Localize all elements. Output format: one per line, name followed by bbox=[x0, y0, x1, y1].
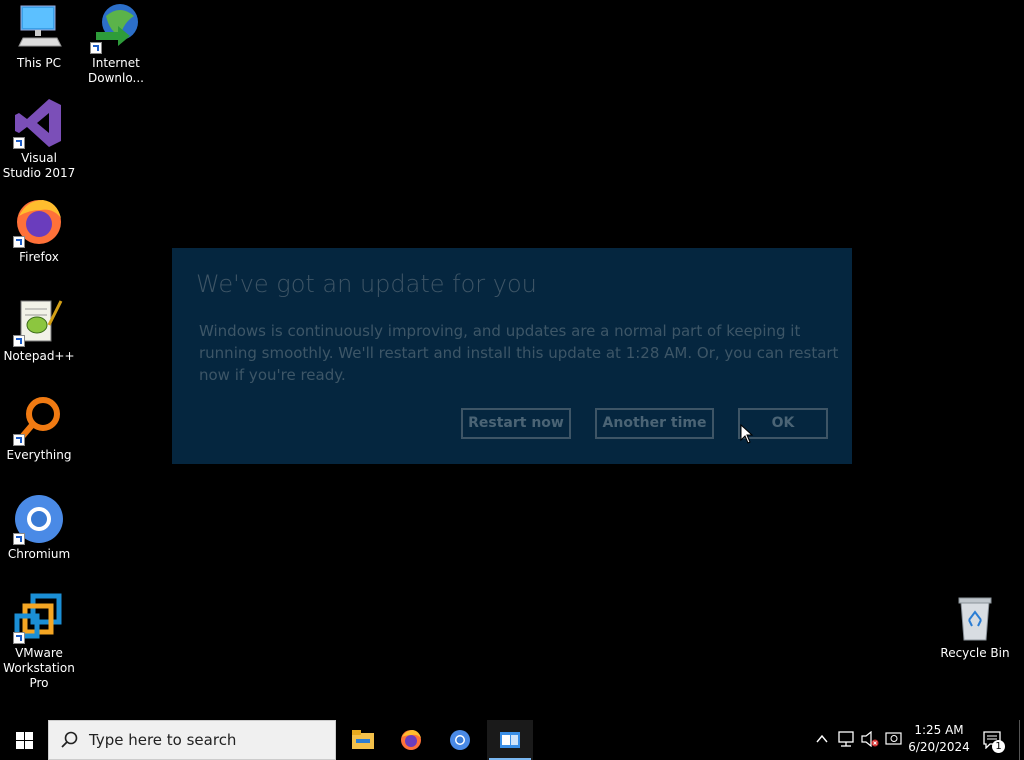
taskbar-search-box[interactable]: Type here to search bbox=[48, 720, 336, 760]
visual-studio-icon bbox=[13, 97, 65, 149]
everything-search-icon bbox=[13, 394, 65, 446]
clock-time: 1:25 AM bbox=[914, 723, 964, 737]
desktop-icon-this-pc[interactable]: This PC bbox=[1, 2, 77, 71]
desktop-icon-vmware[interactable]: VMware Workstation Pro bbox=[1, 592, 77, 691]
start-button[interactable] bbox=[0, 720, 48, 760]
desktop-icon-label: Visual Studio 2017 bbox=[2, 151, 76, 180]
taskbar-firefox[interactable] bbox=[388, 720, 434, 760]
clock-date: 6/20/2024 bbox=[908, 740, 970, 754]
firefox-icon bbox=[13, 196, 65, 248]
desktop-icon-notepad-plus-plus[interactable]: Notepad++ bbox=[1, 295, 77, 364]
idm-icon bbox=[90, 2, 142, 54]
shortcut-arrow-icon bbox=[13, 137, 25, 149]
this-pc-icon bbox=[13, 2, 65, 54]
taskbar-update-app-active[interactable] bbox=[487, 720, 533, 760]
display-icon[interactable] bbox=[885, 731, 903, 747]
desktop-icon-label: VMware Workstation Pro bbox=[3, 646, 75, 690]
shortcut-arrow-icon bbox=[13, 236, 25, 248]
desktop-icon-recycle-bin[interactable]: Recycle Bin bbox=[937, 592, 1013, 661]
desktop-icon-label: Recycle Bin bbox=[940, 646, 1010, 660]
action-center-button[interactable]: 1 bbox=[978, 720, 1008, 760]
dialog-message: Windows is continuously improving, and u… bbox=[199, 322, 839, 384]
desktop-icon-visual-studio[interactable]: Visual Studio 2017 bbox=[1, 97, 77, 181]
window-app-icon bbox=[500, 732, 520, 748]
notification-count-badge: 1 bbox=[992, 740, 1005, 753]
shortcut-arrow-icon bbox=[13, 533, 25, 545]
shortcut-arrow-icon bbox=[90, 42, 102, 54]
vmware-icon bbox=[13, 592, 65, 644]
another-time-button[interactable]: Another time bbox=[595, 408, 714, 439]
taskbar-file-explorer[interactable] bbox=[340, 720, 386, 760]
network-icon[interactable] bbox=[838, 731, 856, 747]
desktop-icon-label: Everything bbox=[6, 448, 72, 462]
taskbar-clock[interactable]: 1:25 AM 6/20/2024 bbox=[906, 722, 972, 756]
windows-logo-icon bbox=[16, 732, 33, 749]
shortcut-arrow-icon bbox=[13, 434, 25, 446]
taskbar-chromium[interactable] bbox=[437, 720, 483, 760]
desktop-icon-chromium[interactable]: Chromium bbox=[1, 493, 77, 562]
desktop-icon-everything[interactable]: Everything bbox=[1, 394, 77, 463]
dialog-title: We've got an update for you bbox=[196, 270, 537, 298]
desktop-icon-label: Internet Downlo... bbox=[88, 56, 144, 85]
desktop-icon-label: Chromium bbox=[7, 547, 71, 561]
file-explorer-icon bbox=[352, 730, 374, 749]
volume-muted-icon[interactable] bbox=[861, 731, 879, 747]
show-desktop-button[interactable] bbox=[1019, 720, 1024, 760]
mouse-cursor-icon bbox=[740, 424, 754, 444]
chromium-icon bbox=[450, 730, 470, 750]
recycle-bin-icon bbox=[949, 592, 1001, 644]
desktop-icon-internet-download-manager[interactable]: Internet Downlo... bbox=[78, 2, 154, 86]
chevron-up-icon[interactable] bbox=[816, 734, 828, 744]
search-placeholder: Type here to search bbox=[89, 731, 237, 749]
desktop-icon-label: This PC bbox=[17, 56, 61, 70]
chromium-icon bbox=[13, 493, 65, 545]
restart-now-button[interactable]: Restart now bbox=[461, 408, 571, 439]
shortcut-arrow-icon bbox=[13, 632, 25, 644]
shortcut-arrow-icon bbox=[13, 335, 25, 347]
desktop-icon-label: Notepad++ bbox=[3, 349, 75, 363]
desktop-icon-firefox[interactable]: Firefox bbox=[1, 196, 77, 265]
firefox-icon bbox=[401, 730, 421, 750]
desktop-icon-label: Firefox bbox=[19, 250, 59, 264]
notepad-plus-plus-icon bbox=[13, 295, 65, 347]
search-icon bbox=[61, 731, 78, 748]
